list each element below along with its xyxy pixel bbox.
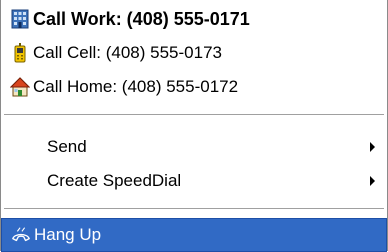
- call-work-menu-item[interactable]: Call Work: (408) 555-0171: [1, 2, 387, 36]
- call-work-label: Call Work: (408) 555-0171: [33, 8, 250, 29]
- call-home-menu-item[interactable]: Call Home: (408) 555-0172: [1, 70, 387, 104]
- mobile-phone-icon: [10, 42, 30, 64]
- menu-separator: [4, 114, 384, 116]
- context-menu: Call Work: (408) 555-0171 Call Cell: (40…: [0, 0, 388, 252]
- house-icon: [10, 76, 30, 98]
- submenu-arrow-icon: [370, 142, 375, 152]
- send-label: Send: [47, 137, 87, 156]
- call-home-label: Call Home: (408) 555-0172: [33, 77, 239, 96]
- call-cell-menu-item[interactable]: Call Cell: (408) 555-0173: [1, 36, 387, 70]
- create-speeddial-label: Create SpeedDial: [47, 171, 182, 190]
- send-submenu-item[interactable]: Send: [1, 130, 387, 164]
- office-building-icon: [10, 8, 30, 30]
- hang-up-label: Hang Up: [34, 225, 102, 244]
- menu-separator: [4, 208, 384, 210]
- hang-up-menu-item[interactable]: Hang Up: [1, 218, 387, 252]
- submenu-arrow-icon: [370, 176, 375, 186]
- hang-up-phone-icon: [11, 224, 31, 246]
- call-cell-label: Call Cell: (408) 555-0173: [33, 43, 222, 62]
- create-speeddial-submenu-item[interactable]: Create SpeedDial: [1, 164, 387, 198]
